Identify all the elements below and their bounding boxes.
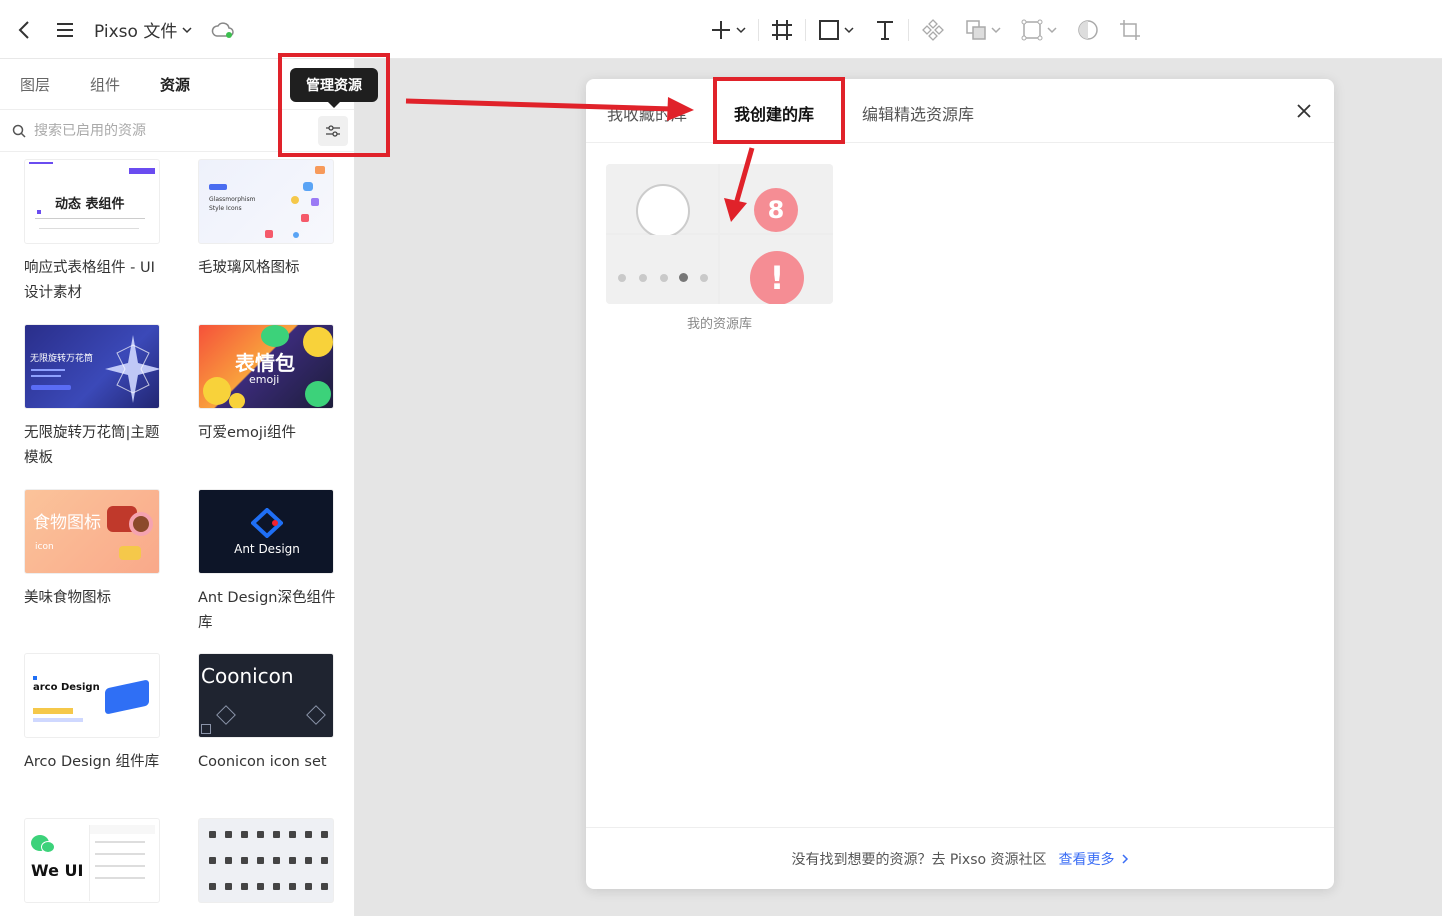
asset-name: 无限旋转万花筒|主题模板 <box>24 425 160 466</box>
rectangle-icon <box>819 19 839 40</box>
number-badge: 8 <box>754 188 798 232</box>
ant-design-logo-icon <box>251 508 283 538</box>
asset-thumbnail: Coonicon <box>198 653 334 738</box>
top-toolbar: Pixso 文件 <box>0 0 1442 59</box>
tab-layers[interactable]: 图层 <box>20 74 50 95</box>
close-icon <box>1297 104 1311 118</box>
component-icon <box>922 18 944 41</box>
library-preview-cell <box>606 235 718 304</box>
chevron-down-icon <box>182 26 192 33</box>
file-title[interactable]: Pixso 文件 <box>94 17 193 42</box>
library-preview-cell: 8 <box>720 164 833 233</box>
asset-card[interactable]: We UI <box>24 818 160 903</box>
asset-card[interactable]: 无限旋转万花筒 无限旋转万花筒|主题模板 <box>24 324 160 471</box>
highlight-box-my-libraries <box>713 77 845 144</box>
text-tool[interactable] <box>864 0 906 59</box>
divider <box>908 18 909 41</box>
asset-thumbnail: Ant Design <box>198 489 334 574</box>
back-icon[interactable] <box>14 19 36 41</box>
asset-name: Coonicon icon set <box>198 754 327 770</box>
tab-components[interactable]: 组件 <box>90 74 120 95</box>
asset-card[interactable]: 食物图标 icon 美味食物图标 <box>24 489 160 611</box>
library-preview-cell <box>606 164 718 238</box>
vector-tool[interactable] <box>1011 0 1067 59</box>
tab-assets[interactable]: 资源 <box>160 74 190 95</box>
text-icon <box>877 20 893 40</box>
asset-card[interactable]: 动态 表组件 响应式表格组件 - UI设计素材 <box>24 159 160 306</box>
view-more-link[interactable]: 查看更多 <box>1059 849 1129 869</box>
asset-card[interactable]: Coonicon Coonicon icon set <box>198 653 334 775</box>
asset-card[interactable]: Glassmorphism Style Icons 毛玻璃风格图标 <box>198 159 334 281</box>
library-preview-cell: ! <box>720 235 833 304</box>
boolean-icon <box>966 19 986 40</box>
close-button[interactable] <box>1294 101 1314 121</box>
asset-card[interactable] <box>198 818 334 903</box>
crop-tool[interactable] <box>1109 0 1151 59</box>
divider <box>758 18 759 41</box>
asset-thumbnail: arco Design <box>24 653 160 738</box>
mask-tool[interactable] <box>1067 0 1109 59</box>
asset-thumbnail: We UI <box>24 818 160 903</box>
library-card[interactable]: 8 ! <box>606 164 833 304</box>
tab-featured-libraries[interactable]: 编辑精选资源库 <box>862 101 974 125</box>
asset-name: 毛玻璃风格图标 <box>198 260 300 276</box>
asset-card[interactable]: 表情包 emoji 可爱emoji组件 <box>198 324 334 446</box>
rectangle-tool[interactable] <box>808 0 864 59</box>
divider <box>805 18 806 41</box>
chevron-down-icon <box>844 26 854 33</box>
frame-tool[interactable] <box>761 0 803 59</box>
plus-icon <box>712 20 730 39</box>
asset-name: Arco Design 组件库 <box>24 754 160 770</box>
modal-footer: 没有找到想要的资源？去 Pixso 资源社区 查看更多 <box>586 827 1334 889</box>
modal-tabs: 我收藏的库 我创建的库 编辑精选资源库 <box>586 79 1334 143</box>
asset-thumbnail: 无限旋转万花筒 <box>24 324 160 409</box>
boolean-tool[interactable] <box>955 0 1011 59</box>
chevron-down-icon <box>991 26 1001 33</box>
component-tool[interactable] <box>911 0 955 59</box>
footer-text: 没有找到想要的资源？去 Pixso 资源社区 <box>791 851 1047 868</box>
chevron-down-icon <box>1047 26 1057 33</box>
frame-icon <box>772 19 792 40</box>
chevron-right-icon <box>1122 853 1128 864</box>
assets-panel: 图层 组件 资源 动态 表组件 响应式表格组件 - UI设计素材 Glassmo… <box>0 59 355 916</box>
library-name: 我的资源库 <box>686 317 752 332</box>
alert-badge: ! <box>750 251 804 304</box>
asset-thumbnail: 食物图标 icon <box>24 489 160 574</box>
kaleidoscope-icon <box>105 335 159 403</box>
asset-name: Ant Design深色组件库 <box>198 590 336 631</box>
asset-thumbnail: 表情包 emoji <box>198 324 334 409</box>
vector-icon <box>1021 19 1043 40</box>
cloud-sync-icon[interactable] <box>211 20 235 40</box>
asset-thumbnail <box>198 818 334 903</box>
asset-card[interactable]: Ant Design Ant Design深色组件库 <box>198 489 335 636</box>
highlight-box-manage <box>278 53 390 157</box>
menu-icon[interactable] <box>54 19 76 41</box>
icon-grid-icon <box>209 831 328 890</box>
tab-favorite-libraries[interactable]: 我收藏的库 <box>607 101 687 125</box>
asset-name: 响应式表格组件 - UI设计素材 <box>24 260 155 301</box>
crop-icon <box>1120 19 1140 40</box>
mask-icon <box>1078 19 1098 40</box>
asset-thumbnail: 动态 表组件 <box>24 159 160 244</box>
asset-name: 可爱emoji组件 <box>198 425 296 441</box>
search-icon <box>12 124 26 138</box>
chevron-down-icon <box>736 26 746 33</box>
asset-card[interactable]: arco Design Arco Design 组件库 <box>24 653 160 775</box>
asset-thumbnail: Glassmorphism Style Icons <box>198 159 334 244</box>
asset-name: 美味食物图标 <box>24 590 111 606</box>
search-input[interactable] <box>34 122 274 139</box>
library-modal: 我收藏的库 我创建的库 编辑精选资源库 8 ! 我的资源库 没有找到想要的资源？… <box>586 79 1334 889</box>
add-tool[interactable] <box>700 0 756 59</box>
